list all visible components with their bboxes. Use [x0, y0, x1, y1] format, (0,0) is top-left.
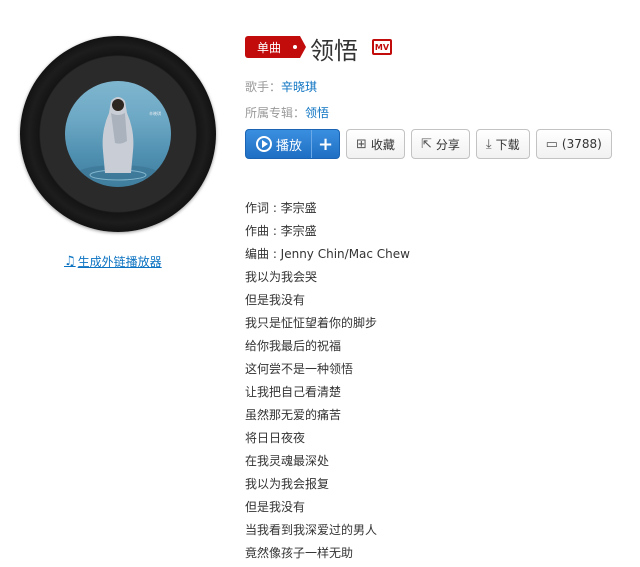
- comment-button[interactable]: ▭ (3788): [535, 129, 612, 159]
- album-label: 所属专辑：: [245, 106, 306, 120]
- album-link[interactable]: 领悟: [305, 106, 329, 120]
- play-label: 播放: [276, 138, 303, 154]
- music-note-icon: ♫: [64, 254, 76, 269]
- lyric-line: 这何尝不是一种领悟: [245, 362, 354, 376]
- single-tag-label: 单曲: [257, 40, 282, 55]
- album-cover-art: 辛晓琪: [78, 97, 161, 181]
- singer-row: 歌手：辛晓琪: [245, 78, 317, 95]
- singer-link[interactable]: 辛晓琪: [281, 80, 317, 94]
- lyric-line: 让我把自己看清楚: [245, 385, 342, 399]
- comment-icon: ▭: [545, 136, 558, 152]
- mv-icon[interactable]: MV: [372, 39, 392, 55]
- lyrics: 作词 : 李宗盛 作曲 : 李宗盛 编曲 : Jenny Chin/Mac Ch…: [245, 200, 625, 567]
- lyric-line: 虽然那无爱的痛苦: [245, 408, 342, 422]
- share-label: 分享: [435, 137, 460, 152]
- generate-external-player-link[interactable]: ♫ 生成外链播放器: [64, 253, 162, 270]
- share-button[interactable]: ⇱ 分享: [410, 129, 470, 159]
- lyric-line: 将日日夜夜: [245, 431, 306, 445]
- single-tag: 单曲: [245, 36, 306, 58]
- mv-label: MV: [374, 42, 390, 52]
- collect-button[interactable]: ⊞ 收藏: [346, 129, 405, 159]
- download-icon: ⤓: [485, 136, 492, 152]
- lyric-line: 给你我最后的祝福: [245, 339, 342, 353]
- album-row: 所属专辑：领悟: [245, 104, 329, 121]
- lyric-line: 但是我没有: [245, 293, 306, 307]
- lyric-line: 当我看到我深爱过的男人: [245, 523, 378, 537]
- comment-count: (3788): [561, 137, 602, 151]
- action-bar: 播放 + ⊞ 收藏 ⇱ 分享 ⤓ 下载 ▭ (3788): [245, 129, 612, 159]
- add-to-playlist-button[interactable]: +: [311, 130, 339, 158]
- player-link-label: 生成外链播放器: [77, 255, 162, 269]
- lyric-line: 作曲 : 李宗盛: [245, 224, 317, 238]
- add-folder-icon: ⊞: [356, 136, 367, 152]
- svg-text:辛晓琪: 辛晓琪: [149, 110, 161, 116]
- lyric-line: 我以为我会哭: [245, 270, 318, 284]
- singer-label: 歌手：: [245, 80, 282, 94]
- download-button[interactable]: ⤓ 下载: [475, 129, 530, 159]
- lyric-line: 编曲 : Jenny Chin/Mac Chew: [245, 247, 410, 261]
- album-cover: 辛晓琪: [65, 81, 171, 187]
- play-icon: [256, 136, 272, 152]
- song-title: 领悟: [310, 37, 358, 65]
- lyric-line: 竟然像孩子一样无助: [245, 546, 354, 560]
- lyric-line: 我以为我会报复: [245, 477, 330, 491]
- lyric-line: 作词 : 李宗盛: [245, 201, 317, 215]
- play-button[interactable]: 播放: [246, 130, 311, 158]
- download-label: 下载: [495, 137, 520, 152]
- play-button-group: 播放 +: [245, 129, 341, 159]
- lyric-line: 但是我没有: [245, 500, 306, 514]
- lyric-line: 我只是怔怔望着你的脚步: [245, 316, 378, 330]
- collect-label: 收藏: [370, 137, 395, 152]
- share-icon: ⇱: [420, 136, 432, 152]
- lyric-line: 在我灵魂最深处: [245, 454, 330, 468]
- tag-dot-icon: [293, 45, 297, 49]
- album-disc: 辛晓琪: [20, 36, 216, 232]
